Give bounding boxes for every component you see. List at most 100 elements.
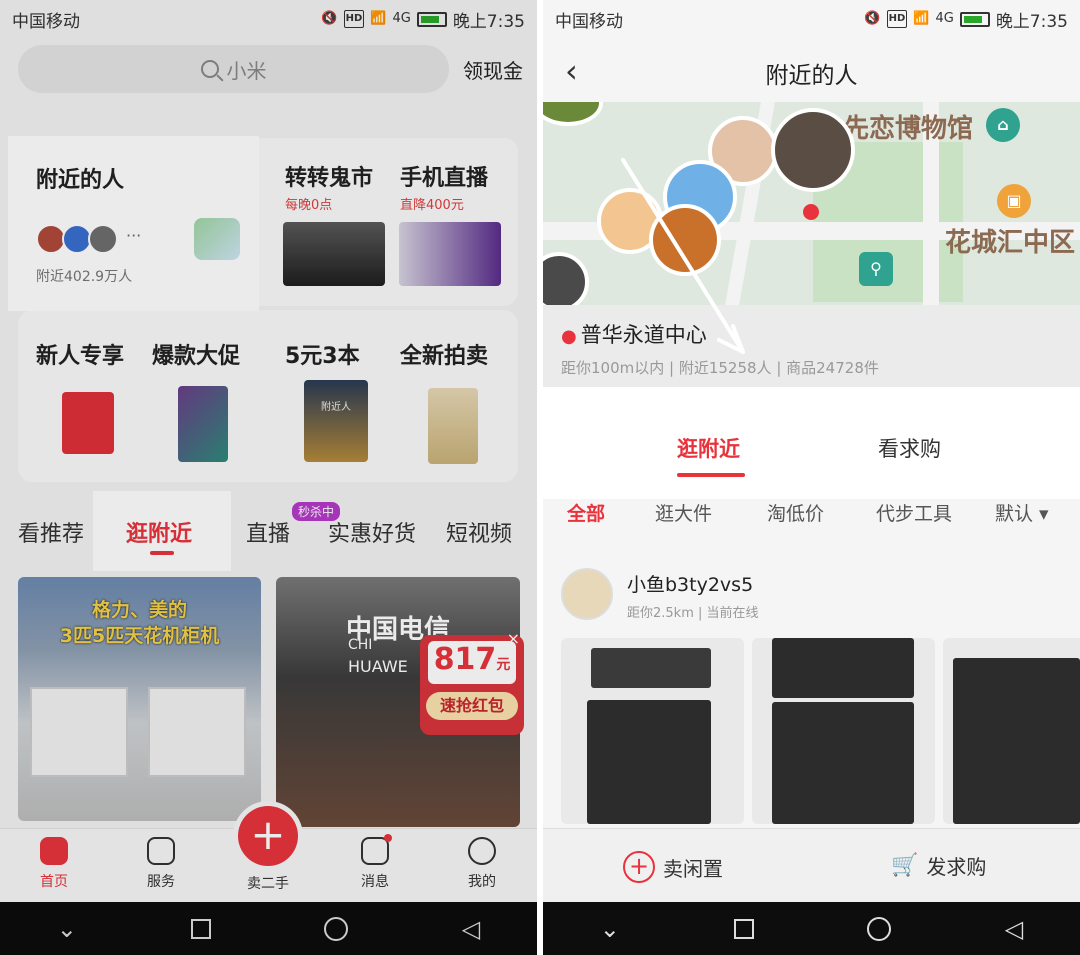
promo-value: 817	[433, 642, 497, 677]
store-brand: HUAWE	[348, 657, 408, 676]
user-avatar-bubble[interactable]	[543, 252, 589, 305]
search-icon	[200, 60, 219, 78]
tab-browse-nearby[interactable]: 逛附近	[677, 433, 740, 463]
tab-recommend[interactable]: 看推荐	[18, 516, 84, 548]
nav-service[interactable]: 服务	[121, 837, 201, 891]
network-label: 4G	[935, 11, 954, 26]
recent-apps-icon[interactable]	[733, 918, 754, 939]
mute-icon: 🔇	[864, 11, 881, 26]
restroom-icon: ⚲	[859, 252, 893, 286]
system-nav-bar: ⌄ ◁	[543, 902, 1080, 955]
filter-bar: 全部 逛大件 淘低价 代步工具 默认 ▾	[543, 499, 1080, 539]
tab-live[interactable]: 直播	[246, 516, 290, 548]
sort-dropdown[interactable]: 默认 ▾	[995, 499, 1049, 526]
filter-low-price[interactable]: 淘低价	[767, 499, 824, 526]
location-pin-icon: ●	[561, 326, 577, 347]
user-avatar-bubble[interactable]	[771, 108, 855, 192]
phone-product-thumb	[178, 386, 228, 462]
battery-icon	[416, 11, 447, 27]
tab-nearby[interactable]: 逛附近	[126, 516, 192, 548]
plus-circle-icon: +	[623, 851, 655, 883]
unread-dot	[384, 834, 392, 842]
tab-wanted[interactable]: 看求购	[878, 433, 941, 463]
segment-underline	[677, 473, 745, 477]
nav-home[interactable]: 首页	[14, 837, 94, 891]
wifi-icon: 📶	[913, 11, 930, 26]
seller-meta: 距你2.5km | 当前在线	[627, 606, 759, 621]
place-stats: 距你100m以内 | 附近15258人 | 商品24728件	[561, 359, 879, 377]
map-view[interactable]: 先恋博物馆 花城汇中区 ⌂ ▣ ⚲	[543, 102, 1080, 305]
aircon-caption: 格力、美的 3匹5匹天花机柜机	[59, 599, 220, 647]
map-label-mall: 花城汇中区	[945, 228, 1076, 258]
more-dots: ···	[126, 226, 142, 245]
feed-tabs: 看推荐 逛附近 直播 实惠好货 短视频	[0, 500, 537, 560]
red-packet-promo[interactable]: 817元 速抢红包 ×	[420, 629, 524, 735]
copier-body	[772, 702, 914, 824]
nav-messages[interactable]: 消息	[335, 834, 415, 891]
sell-plus-icon[interactable]: +	[238, 806, 298, 866]
get-cash-link[interactable]: 领现金	[463, 55, 523, 84]
home-screen: 中国移动 🔇 HD 📶 4G 晚上7:35 小米 领现金 附近的人 ··· 附近…	[0, 0, 537, 955]
phone-live-thumb	[399, 222, 501, 286]
place-info: ● 普华永道中心 距你100m以内 | 附近15258人 | 商品24728件	[543, 305, 1080, 387]
recent-apps-icon[interactable]	[190, 918, 211, 939]
copier-body	[587, 700, 711, 824]
search-input[interactable]: 小米	[18, 45, 449, 93]
aircon-unit	[30, 687, 128, 777]
back-triangle-icon[interactable]: ◁	[1005, 915, 1023, 943]
user-avatar-bubble[interactable]	[649, 204, 721, 276]
search-row: 小米 领现金	[18, 44, 523, 94]
cart-icon: 🛒	[891, 853, 919, 878]
segment-tabs: 逛附近 看求购	[543, 387, 1080, 499]
home-circle-icon[interactable]	[867, 916, 892, 941]
filter-transport[interactable]: 代步工具	[876, 499, 952, 526]
red-envelope-icon	[62, 392, 114, 454]
back-triangle-icon[interactable]: ◁	[462, 915, 480, 943]
map-pin-icon	[194, 218, 240, 260]
filter-large-items[interactable]: 逛大件	[655, 499, 712, 526]
page-title: 附近的人	[765, 63, 858, 89]
wifi-icon: 📶	[370, 11, 387, 26]
place-name: 普华永道中心	[580, 323, 707, 347]
status-bar: 中国移动 🔇 HD 📶 4G 晚上7:35	[543, 0, 1080, 38]
bottom-actions: + 卖闲置 🛒 发求购	[543, 828, 1080, 902]
clock: 晚上7:35	[995, 11, 1068, 32]
nearby-count: 附近402.9万人	[36, 269, 133, 285]
home-circle-icon[interactable]	[324, 916, 349, 941]
grab-red-packet-button[interactable]: 速抢红包	[426, 692, 518, 720]
close-icon[interactable]: ×	[507, 629, 520, 648]
feed-card-aircon[interactable]: 格力、美的 3匹5匹天花机柜机	[18, 577, 261, 821]
shop-icon: ▣	[997, 184, 1031, 218]
battery-icon	[959, 11, 990, 27]
cable-thumb	[428, 388, 478, 464]
clock: 晚上7:35	[452, 11, 525, 32]
product-photo[interactable]	[561, 638, 744, 824]
seller-name: 小鱼b3ty2vs5	[627, 574, 754, 596]
chevron-down-icon[interactable]: ⌄	[600, 915, 620, 943]
book-thumb: 附近人	[304, 380, 368, 462]
filter-all[interactable]: 全部	[567, 499, 605, 526]
copier-top	[591, 648, 711, 688]
avatar	[88, 224, 118, 254]
hd-icon: HD	[343, 10, 365, 28]
product-photo[interactable]	[943, 638, 1080, 824]
nav-sell[interactable]: 卖二手	[228, 873, 308, 893]
flash-sale-badge: 秒杀中	[292, 502, 341, 521]
post-wanted-button[interactable]: 🛒 发求购	[891, 851, 986, 880]
location-dot	[803, 204, 819, 220]
user-avatar-bubble[interactable]	[543, 102, 603, 126]
product-photo[interactable]	[752, 638, 935, 824]
home-icon	[40, 837, 68, 865]
nearby-people-card[interactable]: 附近的人 ··· 附近402.9万人	[8, 136, 259, 311]
museum-icon: ⌂	[986, 108, 1020, 142]
profile-icon	[468, 837, 496, 865]
tab-short-video[interactable]: 短视频	[446, 516, 512, 548]
avatar	[561, 568, 613, 620]
system-nav-bar: ⌄ ◁	[0, 902, 537, 955]
nav-profile[interactable]: 我的	[442, 837, 522, 891]
sell-idle-button[interactable]: + 卖闲置	[623, 851, 723, 883]
status-bar: 中国移动 🔇 HD 📶 4G 晚上7:35	[0, 0, 537, 38]
tab-deals[interactable]: 实惠好货	[328, 516, 416, 548]
chevron-down-icon[interactable]: ⌄	[57, 915, 77, 943]
tab-underline	[150, 551, 174, 555]
